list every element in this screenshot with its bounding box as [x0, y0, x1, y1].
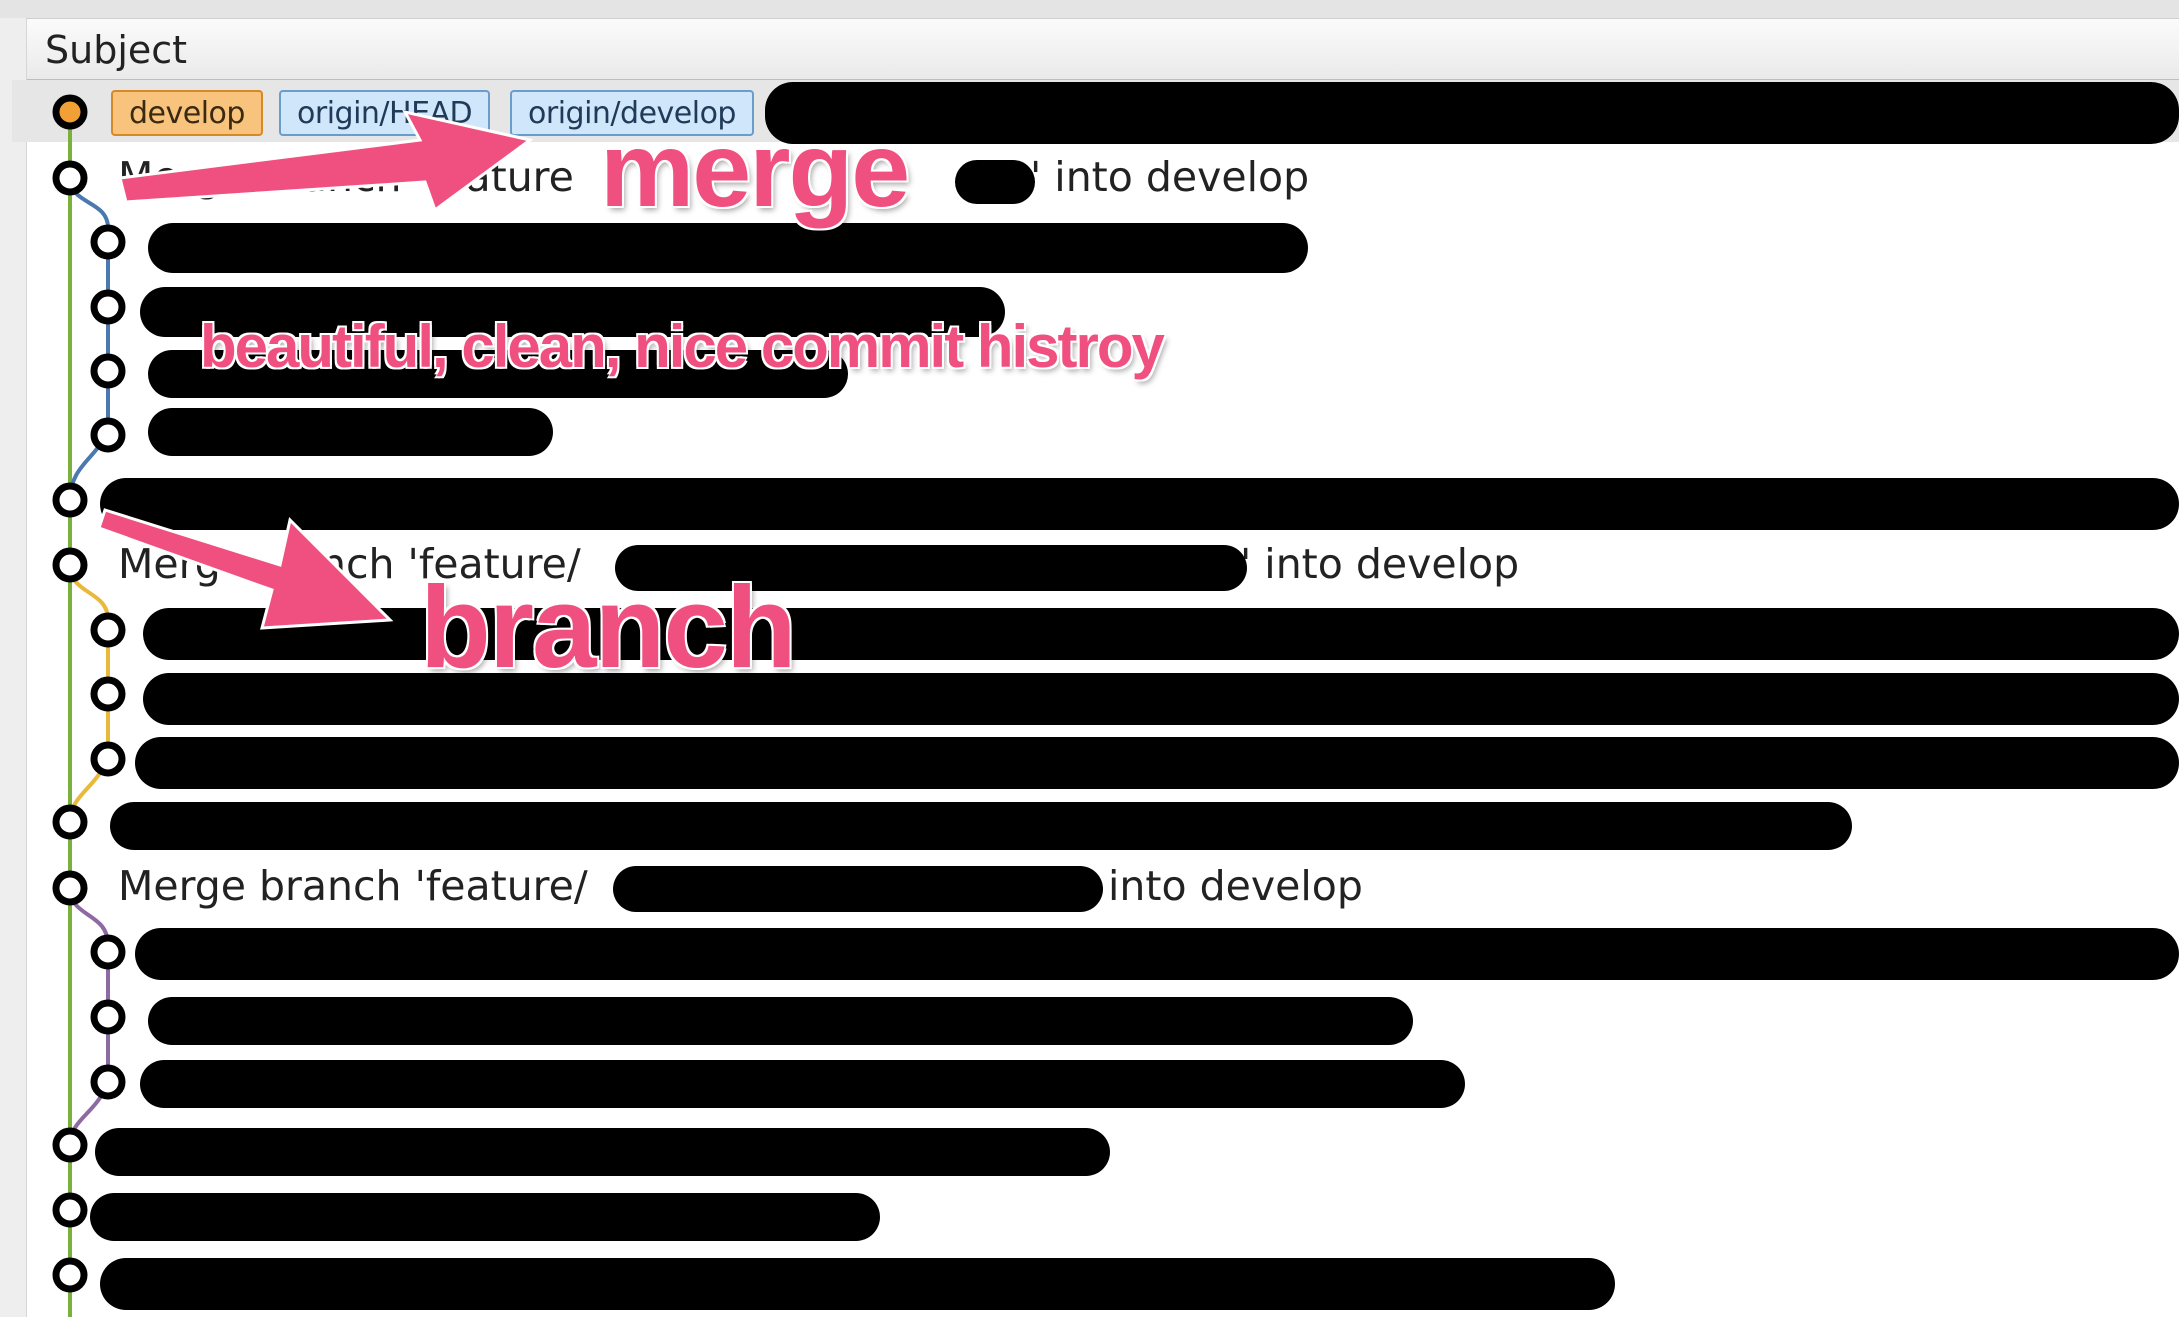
redaction-bar — [140, 1060, 1465, 1108]
annotation-branch: branch — [420, 562, 797, 692]
commit-node-icon — [52, 804, 88, 840]
git-log-window: Subject develop origin/HEAD origin/devel… — [0, 0, 2179, 1317]
redaction-bar — [90, 1193, 880, 1241]
redaction-bar — [135, 928, 2179, 980]
commit-message-merge-3-suffix: into develop — [1095, 862, 1363, 910]
commit-node-icon — [90, 1064, 126, 1100]
commit-node-icon — [90, 612, 126, 648]
commit-node-icon — [52, 482, 88, 518]
commit-node-icon — [90, 999, 126, 1035]
redaction-bar — [613, 866, 1103, 912]
ref-badge-origin-head[interactable]: origin/HEAD — [279, 90, 491, 136]
commit-node-icon — [90, 934, 126, 970]
commit-node-icon — [52, 547, 88, 583]
commit-node-icon — [90, 289, 126, 325]
redaction-bar — [95, 1128, 1110, 1176]
commit-message-merge-1-prefix: Merge branch 'feature — [118, 153, 574, 201]
annotation-merge: merge — [600, 111, 910, 229]
commit-node-icon — [52, 160, 88, 196]
redaction-bar — [100, 1258, 1615, 1310]
commit-message-merge-3-prefix: Merge branch 'feature/ — [118, 862, 588, 910]
head-commit-node-icon — [52, 94, 88, 130]
commit-message-merge-1-suffix: ' into develop — [1030, 153, 1310, 201]
annotation-caption: beautiful, clean, nice commit histroy — [200, 313, 1165, 380]
commit-node-icon — [52, 1192, 88, 1228]
commit-node-icon — [90, 353, 126, 389]
redaction-bar — [110, 802, 1852, 850]
commit-message-merge-2-suffix: ' into develop — [1240, 540, 1520, 588]
redaction-bar — [955, 160, 1035, 204]
commit-message-merge-2-prefix: Merg — [118, 540, 221, 588]
commit-node-icon — [52, 1127, 88, 1163]
redaction-bar — [148, 997, 1413, 1045]
commit-node-icon — [90, 741, 126, 777]
redaction-bar — [148, 408, 553, 456]
commit-node-icon — [52, 1257, 88, 1293]
redaction-bar — [135, 737, 2179, 789]
commit-node-icon — [52, 870, 88, 906]
ref-badge-develop[interactable]: develop — [111, 90, 263, 136]
commit-node-icon — [90, 676, 126, 712]
commit-node-icon — [90, 224, 126, 260]
commit-node-icon — [90, 417, 126, 453]
redaction-bar — [765, 82, 2179, 144]
redaction-bar — [100, 478, 2179, 530]
